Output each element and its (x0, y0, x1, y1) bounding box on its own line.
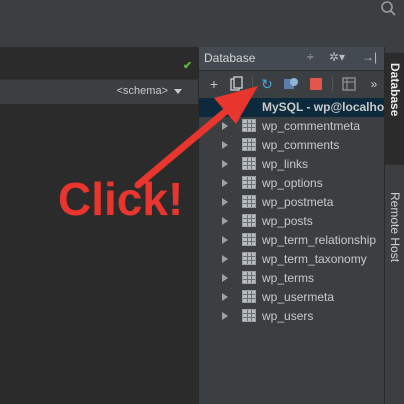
tab-remote-host[interactable]: Remote Host (385, 192, 404, 292)
search-icon[interactable] (380, 0, 398, 18)
table-icon (242, 214, 256, 227)
tree-table-row[interactable]: wp_postmeta (199, 193, 385, 212)
table-icon (242, 309, 256, 322)
chevron-down-icon[interactable] (174, 89, 182, 94)
hide-panel-icon[interactable]: →| (362, 50, 377, 64)
database-toolbar: + ↻ » (199, 71, 385, 99)
tree-table-row[interactable]: wp_term_relationship (199, 231, 385, 250)
expand-icon[interactable] (222, 179, 228, 187)
table-name: wp_postmeta (262, 195, 334, 209)
toolbar-separator (332, 76, 333, 92)
editor-tab-bar (0, 22, 404, 48)
expand-icon[interactable] (222, 312, 228, 320)
table-icon (242, 138, 256, 151)
click-annotation: Click! (58, 173, 184, 225)
table-name: wp_links (262, 157, 309, 171)
table-name: wp_users (262, 309, 314, 323)
checkmark-icon: ✔ (183, 60, 193, 72)
table-icon (242, 233, 256, 246)
more-icon[interactable]: » (365, 75, 383, 93)
expand-icon[interactable] (222, 293, 228, 301)
expand-icon[interactable] (222, 255, 228, 263)
table-icon (242, 290, 256, 303)
schema-bar: <schema> (0, 79, 198, 105)
table-name: wp_commentmeta (262, 119, 361, 133)
properties-icon[interactable] (282, 75, 300, 93)
table-icon (242, 252, 256, 265)
connection-label: MySQL - wp@localhost (262, 100, 395, 114)
tree-table-row[interactable]: wp_usermeta (199, 288, 385, 307)
table-icon (242, 271, 256, 284)
table-icon (242, 176, 256, 189)
database-panel-header: Database ÷ ✲▾ →| (199, 47, 385, 71)
tree-table-row[interactable]: wp_terms (199, 269, 385, 288)
tree-table-row[interactable]: wp_commentmeta (199, 117, 385, 136)
copy-icon[interactable] (228, 75, 246, 93)
split-icon[interactable]: ÷ (307, 50, 314, 64)
table-name: wp_term_taxonomy (262, 252, 367, 266)
connection-node[interactable]: MySQL - wp@localhost (199, 98, 395, 117)
expand-icon[interactable] (222, 236, 228, 244)
expand-icon[interactable] (222, 122, 228, 130)
table-icon (242, 119, 256, 132)
refresh-icon[interactable]: ↻ (258, 75, 276, 93)
table-icon (242, 195, 256, 208)
title-bar (0, 0, 404, 23)
tab-database[interactable]: Database (385, 53, 404, 165)
expand-icon[interactable] (222, 141, 228, 149)
table-name: wp_usermeta (262, 290, 335, 304)
table-name: wp_comments (262, 138, 340, 152)
tab-remote-host-label: Remote Host (388, 192, 402, 263)
tab-database-label: Database (388, 63, 402, 117)
side-tool-strip: Database Remote Host (384, 47, 404, 404)
expand-icon[interactable] (222, 274, 228, 282)
table-name: wp_terms (262, 271, 315, 285)
panel-title: Database (204, 51, 256, 65)
stop-icon[interactable] (307, 75, 325, 93)
expand-icon[interactable] (222, 160, 228, 168)
tree-table-row[interactable]: wp_comments (199, 136, 385, 155)
tree-table-row[interactable]: wp_users (199, 307, 385, 326)
settings-icon[interactable]: ✲▾ (329, 50, 345, 64)
expand-icon[interactable] (222, 198, 228, 206)
table-name: wp_posts (262, 214, 313, 228)
expand-icon[interactable] (222, 217, 228, 225)
schema-selector[interactable]: <schema> (117, 85, 168, 97)
database-panel: Database ÷ ✲▾ →| + ↻ » MySQL - wp@localh… (198, 47, 395, 404)
tree-table-row[interactable]: wp_posts (199, 212, 385, 231)
tree-table-row[interactable]: wp_links (199, 155, 385, 174)
table-name: wp_options (262, 176, 323, 190)
toolbar-separator (252, 76, 253, 92)
table-name: wp_term_relationship (262, 233, 377, 247)
add-icon[interactable]: + (205, 75, 223, 93)
tree-table-row[interactable]: wp_term_taxonomy (199, 250, 385, 269)
tree-table-row[interactable]: wp_options (199, 174, 385, 193)
table-icon (242, 157, 256, 170)
table-view-icon[interactable] (340, 75, 358, 93)
